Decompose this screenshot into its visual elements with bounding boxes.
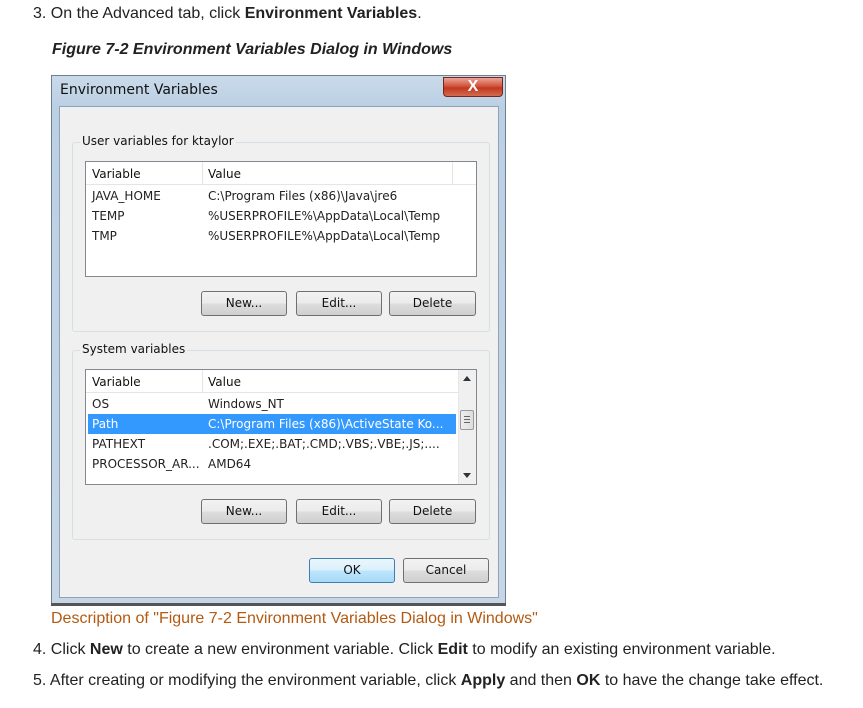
system-variables-label: System variables bbox=[80, 342, 188, 356]
ok-emphasis: OK bbox=[576, 672, 601, 689]
column-separator[interactable] bbox=[452, 162, 453, 184]
value-cell: %USERPROFILE%\AppData\Local\Temp bbox=[208, 229, 441, 243]
table-row[interactable]: PATHEXT .COM;.EXE;.BAT;.CMD;.VBS;.VBE;.J… bbox=[88, 434, 456, 454]
user-delete-button[interactable]: Delete bbox=[389, 291, 476, 316]
scroll-thumb[interactable] bbox=[460, 410, 474, 430]
value-cell: .COM;.EXE;.BAT;.CMD;.VBS;.VBE;.JS;.... bbox=[208, 437, 440, 451]
step-5-text: 5. After creating or modifying the envir… bbox=[33, 672, 824, 689]
variable-cell: PROCESSOR_AR... bbox=[92, 457, 200, 471]
value-cell: %USERPROFILE%\AppData\Local\Temp bbox=[208, 209, 441, 223]
column-header-variable[interactable]: Variable bbox=[92, 375, 141, 389]
system-delete-button[interactable]: Delete bbox=[389, 499, 476, 524]
system-variables-group: System variables Variable Value OS Windo… bbox=[72, 342, 490, 540]
close-button[interactable]: X bbox=[443, 77, 503, 97]
column-header-variable[interactable]: Variable bbox=[92, 167, 141, 181]
environment-variables-dialog: Environment Variables X User variables f… bbox=[51, 75, 506, 605]
value-cell: C:\Program Files (x86)\ActiveState Ko... bbox=[208, 417, 444, 431]
vertical-scrollbar[interactable] bbox=[458, 370, 476, 484]
new-emphasis: New bbox=[89, 641, 123, 658]
scroll-up-icon[interactable] bbox=[463, 376, 471, 381]
user-new-button[interactable]: New... bbox=[201, 291, 287, 316]
figure-bottom-border bbox=[51, 603, 506, 606]
user-variables-list[interactable]: Variable Value JAVA_HOME C:\Program File… bbox=[85, 161, 477, 277]
dialog-client-area: User variables for ktaylor Variable Valu… bbox=[59, 106, 499, 598]
value-cell: C:\Program Files (x86)\Java\jre6 bbox=[208, 189, 398, 203]
column-separator[interactable] bbox=[202, 162, 203, 184]
variable-cell: PATHEXT bbox=[92, 437, 146, 451]
table-row-selected[interactable]: Path C:\Program Files (x86)\ActiveState … bbox=[88, 414, 456, 434]
value-cell: AMD64 bbox=[208, 457, 252, 471]
user-variables-group: User variables for ktaylor Variable Valu… bbox=[72, 134, 490, 332]
variable-cell: JAVA_HOME bbox=[92, 189, 161, 203]
table-row[interactable]: PROCESSOR_AR... AMD64 bbox=[88, 454, 456, 474]
variable-cell: OS bbox=[92, 397, 110, 411]
table-row-partial[interactable] bbox=[88, 474, 456, 482]
close-icon: X bbox=[467, 78, 479, 95]
table-row[interactable]: OS Windows_NT bbox=[88, 394, 456, 414]
ok-button[interactable]: OK bbox=[309, 558, 395, 583]
figure-title: Figure 7-2 Environment Variables Dialog … bbox=[52, 41, 453, 58]
step-3-text: 3. On the Advanced tab, click Environmen… bbox=[33, 5, 422, 22]
step-4-text: 4. Click New to create a new environment… bbox=[33, 641, 776, 658]
variable-cell: TMP bbox=[92, 229, 117, 243]
variable-cell: TEMP bbox=[92, 209, 125, 223]
table-row[interactable]: TEMP %USERPROFILE%\AppData\Local\Temp bbox=[88, 206, 474, 226]
system-new-button[interactable]: New... bbox=[201, 499, 287, 524]
environment-variables-emphasis: Environment Variables bbox=[244, 5, 418, 22]
scroll-down-icon[interactable] bbox=[463, 473, 471, 478]
grip-line bbox=[464, 419, 470, 420]
column-header-value[interactable]: Value bbox=[208, 167, 241, 181]
variable-cell: Path bbox=[92, 417, 119, 431]
grip-line bbox=[464, 416, 470, 417]
user-edit-button[interactable]: Edit... bbox=[296, 291, 382, 316]
figure-description-link[interactable]: Description of "Figure 7-2 Environment V… bbox=[51, 609, 538, 629]
table-row[interactable]: JAVA_HOME C:\Program Files (x86)\Java\jr… bbox=[88, 186, 474, 206]
user-variables-label: User variables for ktaylor bbox=[80, 134, 236, 148]
system-edit-button[interactable]: Edit... bbox=[296, 499, 382, 524]
edit-emphasis: Edit bbox=[437, 641, 468, 658]
apply-emphasis: Apply bbox=[460, 672, 506, 689]
list-header: Variable Value bbox=[86, 162, 476, 185]
table-row[interactable]: TMP %USERPROFILE%\AppData\Local\Temp bbox=[88, 226, 474, 246]
grip-line bbox=[464, 422, 470, 423]
system-variables-list[interactable]: Variable Value OS Windows_NT Path C:\Pro… bbox=[85, 369, 477, 485]
column-separator[interactable] bbox=[202, 370, 203, 392]
list-header: Variable Value bbox=[86, 370, 459, 393]
value-cell: Windows_NT bbox=[208, 397, 284, 411]
cancel-button[interactable]: Cancel bbox=[403, 558, 489, 583]
column-header-value[interactable]: Value bbox=[208, 375, 241, 389]
dialog-title: Environment Variables bbox=[60, 82, 218, 98]
